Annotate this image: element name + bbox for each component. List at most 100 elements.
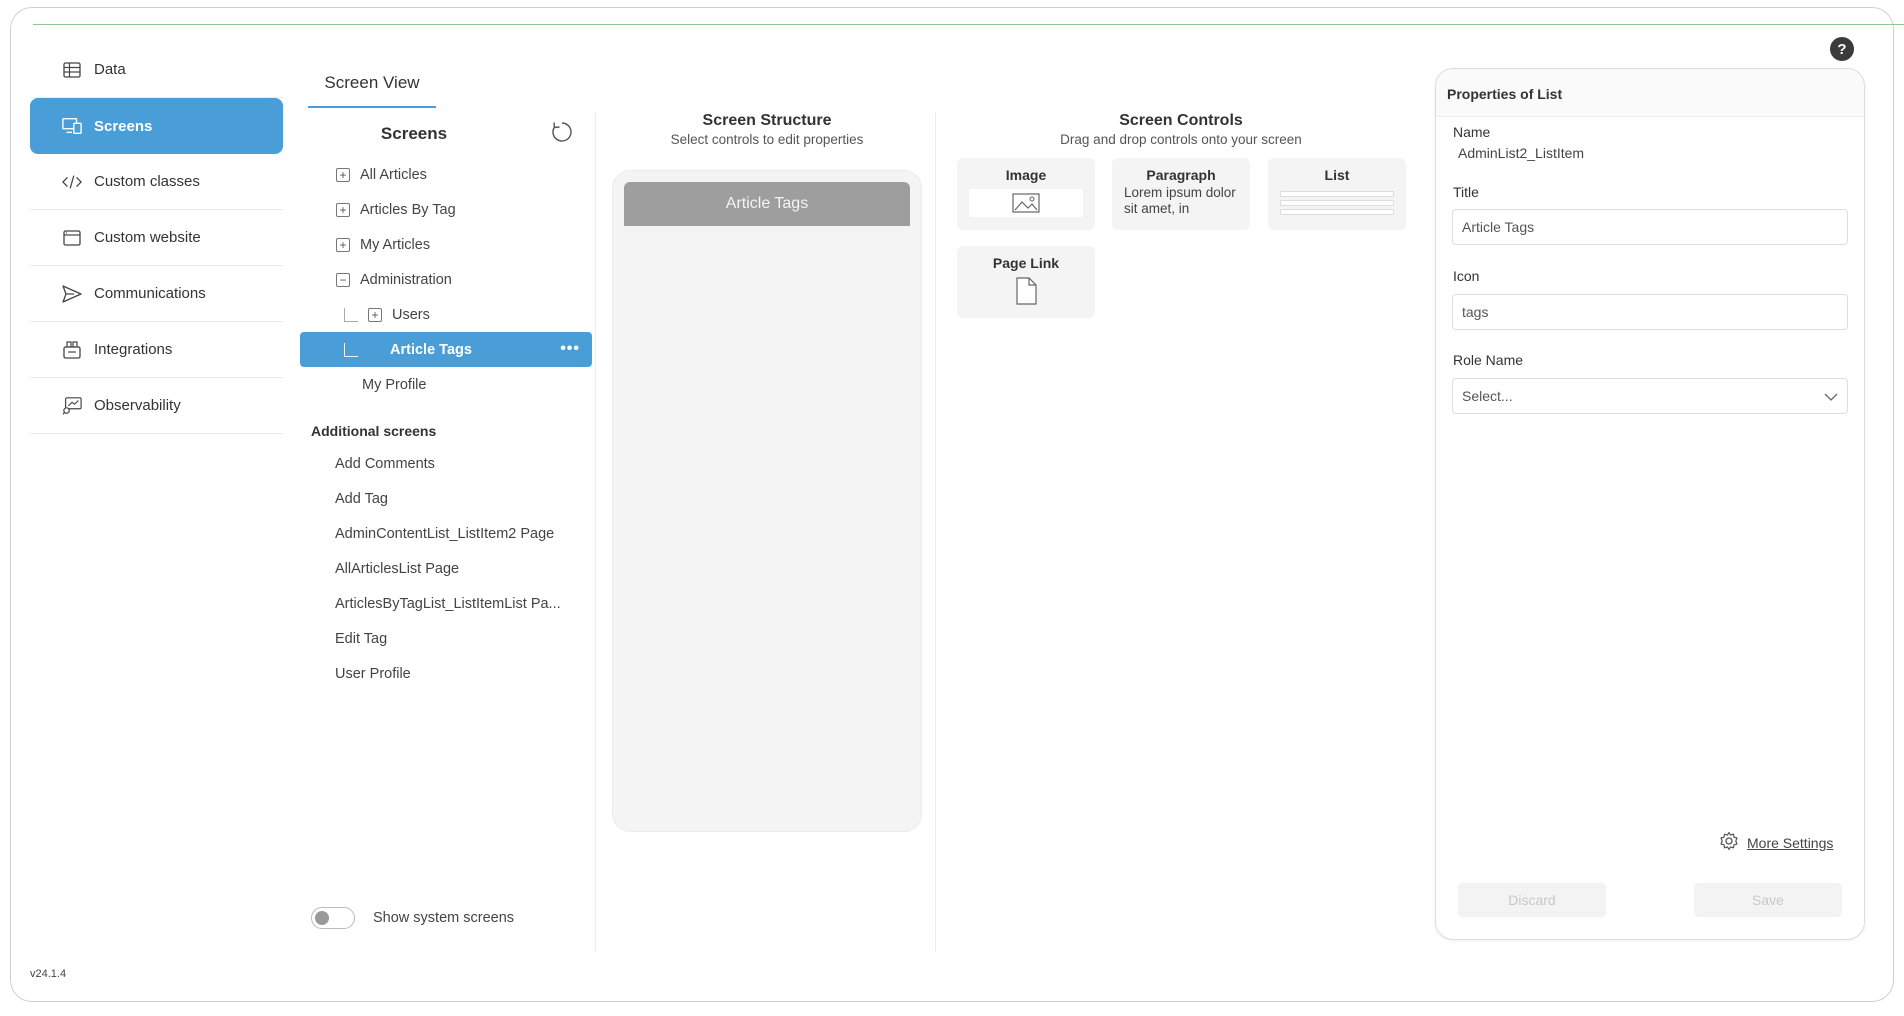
sidebar-item-observability[interactable]: Observability — [30, 378, 283, 434]
tree-item-label: Articles By Tag — [360, 201, 456, 218]
tree-item-label: My Profile — [362, 376, 427, 393]
control-list[interactable]: List — [1268, 158, 1406, 230]
phone-preview-header[interactable]: Article Tags — [624, 182, 910, 226]
sidebar-item-custom-classes[interactable]: Custom classes — [30, 154, 283, 210]
title-label: Title — [1453, 184, 1479, 200]
tree-item-administration[interactable]: − Administration — [300, 262, 592, 297]
sidebar: Data Screens Custom classes Custom websi… — [30, 42, 283, 434]
expand-icon[interactable]: + — [368, 307, 382, 322]
paragraph-preview-text: Lorem ipsum dolor sit amet, in — [1124, 185, 1236, 216]
sidebar-item-screens[interactable]: Screens — [30, 98, 283, 154]
expand-icon[interactable]: + — [336, 202, 350, 217]
show-system-screens-toggle[interactable] — [311, 907, 355, 929]
expand-icon[interactable]: + — [336, 237, 350, 252]
sidebar-item-label: Custom website — [94, 229, 201, 246]
tree-item-all-articles[interactable]: + All Articles — [300, 157, 592, 192]
screens-icon — [62, 116, 82, 136]
additional-screen-item[interactable]: AllArticlesList Page — [300, 551, 592, 586]
tree-item-my-profile[interactable]: My Profile — [300, 367, 592, 402]
table-icon — [62, 60, 82, 80]
help-button[interactable]: ? — [1830, 37, 1854, 61]
more-settings-link[interactable]: More Settings — [1719, 831, 1833, 854]
role-name-placeholder: Select... — [1462, 388, 1513, 404]
refresh-icon[interactable] — [550, 120, 574, 144]
gear-icon — [1719, 831, 1739, 854]
tree-connector — [344, 307, 358, 322]
screen-controls-title: Screen Controls — [1119, 112, 1243, 129]
more-settings-label: More Settings — [1747, 834, 1834, 851]
tab-screen-view[interactable]: Screen View — [308, 70, 436, 108]
control-image[interactable]: Image — [957, 158, 1095, 230]
control-page-link[interactable]: Page Link — [957, 246, 1095, 318]
sidebar-item-custom-website[interactable]: Custom website — [30, 210, 283, 266]
additional-screens-heading: Additional screens — [311, 423, 437, 439]
image-placeholder-icon — [969, 189, 1083, 217]
panel-divider — [935, 112, 936, 952]
phone-preview: Article Tags — [612, 170, 922, 832]
tree-connector — [344, 342, 358, 357]
browser-icon — [62, 228, 82, 248]
additional-screen-item[interactable]: AdminContentList_ListItem2 Page — [300, 516, 592, 551]
icon-input[interactable]: tags — [1452, 294, 1848, 330]
expand-icon[interactable]: + — [336, 167, 350, 182]
sidebar-item-label: Screens — [94, 117, 153, 135]
control-title: List — [1324, 167, 1350, 183]
observability-icon — [62, 396, 82, 416]
sidebar-item-data[interactable]: Data — [30, 42, 283, 98]
additional-screen-item[interactable]: User Profile — [300, 656, 592, 691]
control-paragraph[interactable]: Paragraph Lorem ipsum dolor sit amet, in — [1112, 158, 1250, 230]
title-input[interactable]: Article Tags — [1452, 209, 1848, 245]
screens-tree: + All Articles + Articles By Tag + My Ar… — [300, 157, 592, 691]
role-name-label: Role Name — [1453, 352, 1524, 368]
sidebar-item-label: Communications — [94, 285, 206, 302]
tree-item-articles-by-tag[interactable]: + Articles By Tag — [300, 192, 592, 227]
screens-panel: Screens + All Articles + Articles By Tag… — [300, 112, 596, 952]
collapse-icon[interactable]: − — [336, 272, 350, 287]
show-system-screens-row: Show system screens — [311, 907, 514, 929]
additional-screen-item[interactable]: ArticlesByTagList_ListItemList Pa... — [300, 586, 592, 621]
properties-panel: Properties of List Name AdminList2_ListI… — [1435, 68, 1865, 940]
version-label: v24.1.4 — [30, 968, 67, 980]
screens-title: Screens — [380, 124, 448, 143]
control-title: Paragraph — [1146, 167, 1216, 183]
screen-structure-subtitle: Select controls to edit properties — [670, 132, 864, 147]
sidebar-item-label: Custom classes — [94, 173, 200, 190]
top-divider — [33, 24, 1904, 25]
name-value: AdminList2_ListItem — [1458, 145, 1585, 161]
name-label: Name — [1453, 124, 1491, 140]
role-name-select[interactable]: Select... — [1452, 378, 1848, 414]
more-options-icon[interactable]: ••• — [560, 340, 580, 358]
screen-controls-subtitle: Drag and drop controls onto your screen — [1060, 132, 1302, 147]
tree-item-label: Article Tags — [390, 341, 472, 358]
code-icon — [62, 172, 82, 192]
tree-item-label: Administration — [360, 271, 452, 288]
sidebar-item-label: Data — [94, 61, 126, 78]
tree-item-users[interactable]: + Users — [300, 297, 592, 332]
page-icon — [957, 277, 1095, 310]
chevron-down-icon — [1824, 388, 1838, 404]
properties-header: Properties of List — [1436, 69, 1864, 117]
additional-screen-item[interactable]: Add Comments — [300, 446, 592, 481]
tree-item-label: All Articles — [360, 166, 427, 183]
icon-label: Icon — [1453, 268, 1480, 284]
sidebar-item-integrations[interactable]: Integrations — [30, 322, 283, 378]
send-icon — [62, 284, 82, 304]
tree-item-label: My Articles — [360, 236, 431, 253]
additional-screen-item[interactable]: Edit Tag — [300, 621, 592, 656]
discard-button[interactable]: Discard — [1458, 883, 1606, 917]
tree-item-my-articles[interactable]: + My Articles — [300, 227, 592, 262]
additional-screen-item[interactable]: Add Tag — [300, 481, 592, 516]
integrations-icon — [62, 340, 82, 360]
sidebar-item-label: Observability — [94, 397, 181, 414]
screen-controls-header: Screen Controls Drag and drop controls o… — [940, 112, 1422, 147]
screen-structure-title: Screen Structure — [702, 112, 832, 129]
screen-structure-header: Screen Structure Select controls to edit… — [600, 112, 934, 147]
sidebar-item-label: Integrations — [94, 341, 173, 358]
sidebar-item-communications[interactable]: Communications — [30, 266, 283, 322]
save-button[interactable]: Save — [1694, 883, 1842, 917]
list-preview-icon — [1280, 191, 1394, 215]
show-system-screens-label: Show system screens — [373, 910, 515, 926]
tree-item-label: Users — [392, 306, 430, 323]
tree-item-article-tags[interactable]: Article Tags ••• — [300, 332, 592, 367]
control-title: Image — [1005, 167, 1047, 183]
